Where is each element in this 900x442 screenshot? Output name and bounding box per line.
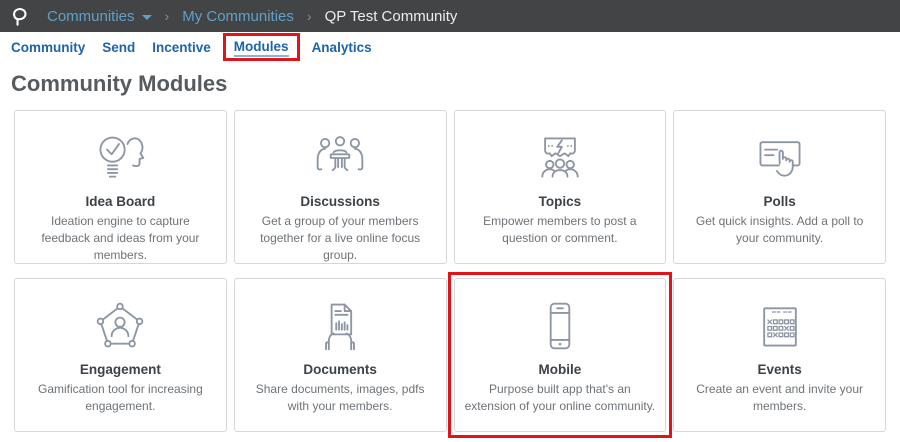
tab-community[interactable]: Community <box>11 40 85 55</box>
module-description: Ideation engine to capture feedback and … <box>19 213 222 263</box>
module-description: Create an event and invite your members. <box>678 381 881 415</box>
page-title: Community Modules <box>11 71 900 97</box>
communities-menu[interactable]: Communities <box>47 8 152 25</box>
breadcrumb-separator: › <box>307 8 312 24</box>
module-title: Topics <box>459 194 662 209</box>
module-description: Get quick insights. Add a poll to your c… <box>678 213 881 247</box>
module-title: Mobile <box>459 362 662 377</box>
mobile-icon <box>459 299 662 353</box>
module-grid: Idea Board Ideation engine to capture fe… <box>14 110 886 432</box>
tab-modules[interactable]: Modules <box>234 39 289 57</box>
polls-icon <box>678 131 881 185</box>
engagement-icon <box>19 299 222 353</box>
discussions-icon <box>239 131 442 185</box>
questionpro-logo[interactable] <box>12 5 31 27</box>
module-description: Purpose built app that's an extension of… <box>459 381 662 415</box>
module-title: Polls <box>678 194 881 209</box>
module-title: Documents <box>239 362 442 377</box>
module-title: Discussions <box>239 194 442 209</box>
logo-p-icon <box>12 5 31 27</box>
module-description: Empower members to post a question or co… <box>459 213 662 247</box>
idea-board-icon <box>19 131 222 185</box>
module-description: Share documents, images, pdfs with your … <box>239 381 442 415</box>
module-card-engagement[interactable]: Engagement Gamification tool for increas… <box>14 278 227 432</box>
module-card-idea-board[interactable]: Idea Board Ideation engine to capture fe… <box>14 110 227 264</box>
communities-menu-label: Communities <box>47 8 135 25</box>
annotation-highlight-modules-tab: Modules <box>223 33 300 61</box>
module-card-documents[interactable]: Documents Share documents, images, pdfs … <box>234 278 447 432</box>
module-title: Idea Board <box>19 194 222 209</box>
module-description: Get a group of your members together for… <box>239 213 442 263</box>
top-bar: Communities › My Communities › QP Test C… <box>0 0 900 32</box>
module-card-polls[interactable]: Polls Get quick insights. Add a poll to … <box>673 110 886 264</box>
breadcrumb-current-community: QP Test Community <box>325 8 458 25</box>
tab-analytics[interactable]: Analytics <box>312 40 372 55</box>
module-description: Gamification tool for increasing engagem… <box>19 381 222 415</box>
module-title: Engagement <box>19 362 222 377</box>
documents-icon <box>239 299 442 353</box>
events-icon <box>678 299 881 353</box>
breadcrumb-separator: › <box>165 8 170 24</box>
community-nav-tabs: Community Send Incentive Modules Analyti… <box>0 32 900 62</box>
module-card-mobile[interactable]: Mobile Purpose built app that's an exten… <box>454 278 667 432</box>
dropdown-caret-icon <box>142 15 152 20</box>
topics-icon <box>459 131 662 185</box>
module-card-topics[interactable]: Topics Empower members to post a questio… <box>454 110 667 264</box>
tab-send[interactable]: Send <box>102 40 135 55</box>
breadcrumb-my-communities[interactable]: My Communities <box>182 8 294 25</box>
module-title: Events <box>678 362 881 377</box>
module-card-discussions[interactable]: Discussions Get a group of your members … <box>234 110 447 264</box>
module-card-events[interactable]: Events Create an event and invite your m… <box>673 278 886 432</box>
tab-incentive[interactable]: Incentive <box>152 40 211 55</box>
